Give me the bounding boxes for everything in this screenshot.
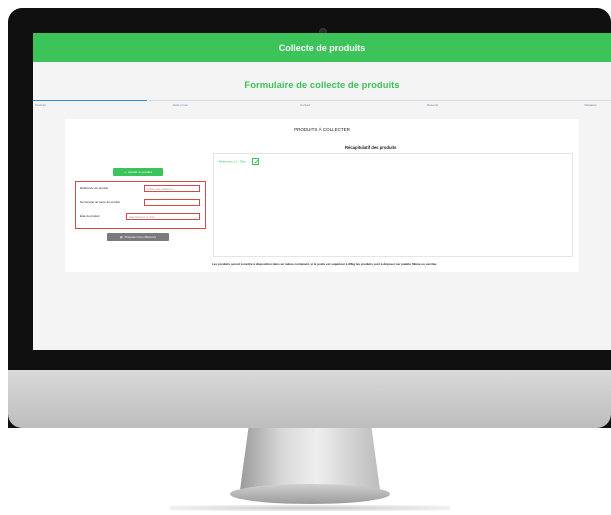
reference-placeholder: Entrez une référence... — [147, 187, 176, 191]
state-label: État du produit — [80, 214, 100, 218]
recap-item: • Référence x 1 - État — [217, 158, 260, 165]
add-product-label: Ajouter un produit — [128, 170, 152, 174]
step-contact[interactable]: Contact — [300, 103, 310, 107]
product-form: Référence du produit Entrez une référenc… — [75, 181, 206, 229]
screen: Collecte de produits Formulaire de colle… — [33, 33, 611, 350]
step-date-lieu[interactable]: Date et lieu — [173, 103, 188, 107]
app-title: Collecte de produits — [278, 42, 366, 53]
document-icon: ▤ — [119, 235, 123, 239]
stepper: Produits Date et lieu Contact Résumé Val… — [33, 100, 611, 110]
monitor-stand-neck — [240, 428, 380, 490]
state-select[interactable]: Sélectionnez un état... ⌄ — [126, 213, 200, 220]
step-validation[interactable]: Validation — [584, 103, 597, 107]
monitor-stand-foot — [230, 484, 390, 504]
edit-icon[interactable] — [252, 158, 260, 165]
stepper-progress — [33, 100, 147, 101]
card-heading: PRODUITS À COLLECTER — [294, 127, 350, 132]
weight-note: Les produits seront à mettre à dispositi… — [212, 262, 438, 266]
reference-input[interactable]: Entrez une référence... — [144, 185, 200, 192]
recap-panel: • Référence x 1 - État — [213, 153, 573, 257]
reference-label: Référence du produit — [80, 186, 109, 190]
serial-label: Numéro(s) de série du produit — [80, 200, 120, 204]
state-select-value: Sélectionnez un état... — [129, 215, 157, 219]
recap-item-text: • Référence x 1 - État — [217, 159, 246, 164]
plus-icon: + — [124, 170, 127, 174]
monitor-chin — [8, 370, 611, 428]
recap-title: Récapitulatif des produits — [345, 145, 397, 150]
stand-shadow — [170, 505, 450, 511]
app-header: Collecte de produits — [33, 33, 611, 62]
chevron-down-icon: ⌄ — [194, 215, 197, 219]
form-title: Formulaire de collecte de produits — [244, 80, 400, 91]
add-product-button[interactable]: + Ajouter un produit — [113, 168, 163, 176]
serial-input[interactable] — [144, 199, 200, 206]
propose-reference-label: Proposer une référence — [124, 235, 157, 239]
products-card: PRODUITS À COLLECTER Récapitulatif des p… — [65, 119, 579, 272]
step-resume[interactable]: Résumé — [427, 103, 438, 107]
step-produits[interactable]: Produits — [35, 103, 46, 107]
propose-reference-button[interactable]: ▤ Proposer une référence — [107, 233, 169, 241]
